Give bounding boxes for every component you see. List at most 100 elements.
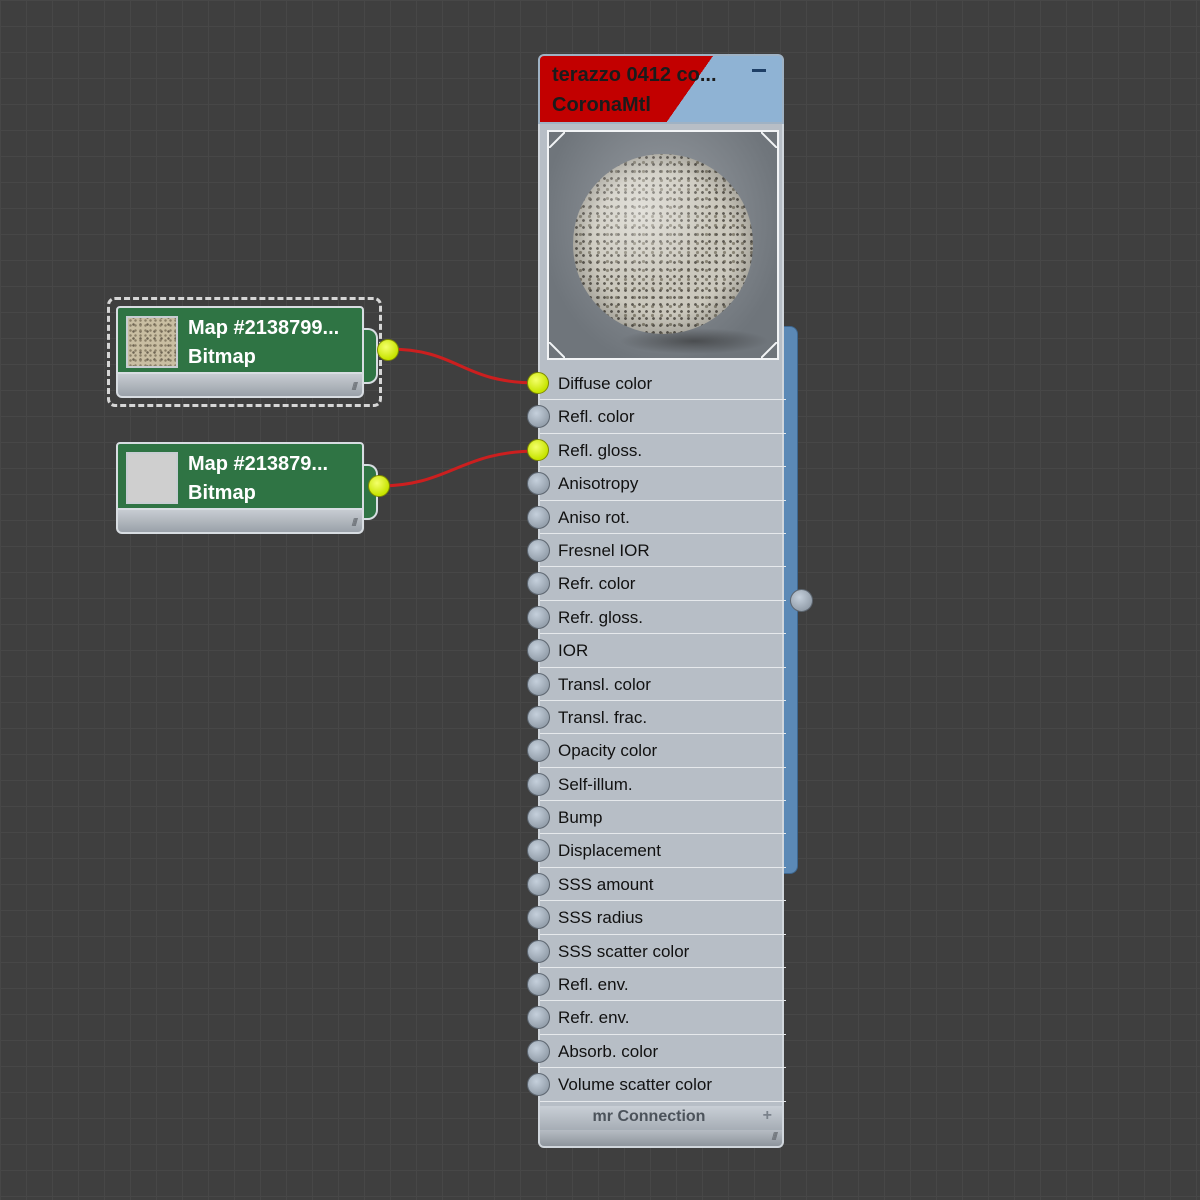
texture-thumbnail	[126, 316, 178, 368]
slot-label: Volume scatter color	[558, 1075, 713, 1095]
slot-label: Refl. color	[558, 407, 635, 427]
input-socket[interactable]	[527, 505, 550, 529]
input-socket[interactable]	[527, 939, 550, 963]
material-slot[interactable]: Self-illum.	[527, 768, 786, 802]
resize-grip-icon[interactable]: ////	[352, 517, 358, 529]
material-slot[interactable]: Refl. gloss.	[527, 434, 786, 468]
slot-label: Refr. color	[558, 574, 636, 594]
sphere-shadow	[619, 328, 769, 354]
input-socket[interactable]	[527, 739, 550, 763]
input-socket[interactable]	[527, 806, 550, 830]
material-slot[interactable]: Refr. gloss.	[527, 601, 786, 635]
output-socket[interactable]	[368, 475, 390, 497]
slot-label: Bump	[558, 808, 603, 828]
material-slot[interactable]: Refl. color	[527, 400, 786, 434]
material-slot[interactable]: Refr. env.	[527, 1001, 786, 1035]
collapse-button[interactable]	[750, 63, 768, 77]
preview-sphere	[573, 154, 753, 334]
node-editor-canvas[interactable]: Map #2138799... Bitmap //// Map #213879.…	[0, 0, 1200, 1200]
input-socket[interactable]	[527, 672, 550, 696]
material-slot[interactable]: Transl. frac.	[527, 701, 786, 735]
input-socket[interactable]	[527, 472, 550, 496]
map-node-title: Map #2138799...	[188, 317, 340, 339]
slot-label: SSS scatter color	[558, 941, 690, 961]
input-socket[interactable]	[527, 839, 550, 863]
map-node-header[interactable]: Map #213879... Bitmap	[116, 442, 364, 510]
material-output-socket[interactable]	[790, 589, 813, 612]
material-slot[interactable]: Displacement	[527, 834, 786, 868]
input-socket-connected[interactable]	[527, 438, 549, 461]
material-slot[interactable]: Refr. color	[527, 567, 786, 601]
plus-icon[interactable]: +	[763, 1107, 772, 1125]
input-socket[interactable]	[527, 605, 550, 629]
slot-label: Diffuse color	[558, 374, 653, 393]
resize-grip-icon[interactable]: ////	[772, 1131, 778, 1143]
material-slot[interactable]: SSS scatter color	[527, 935, 786, 969]
material-slot[interactable]: Anisotropy	[527, 467, 786, 501]
material-node-header[interactable]: terazzo 0412 co... CoronaMtl	[538, 54, 784, 124]
slot-label: Refl. gloss.	[558, 440, 643, 460]
slot-label: Self-illum.	[558, 774, 633, 794]
material-slot[interactable]: Aniso rot.	[527, 501, 786, 534]
material-slot[interactable]: Volume scatter color	[527, 1068, 786, 1102]
material-type: CoronaMtl	[552, 94, 651, 116]
material-slot[interactable]: Diffuse color	[527, 367, 786, 401]
texture-thumbnail	[126, 452, 178, 504]
material-slot-list: Diffuse color Refl. color Refl. gloss. Anis…	[527, 367, 786, 1102]
slot-label: SSS amount	[558, 874, 654, 894]
corner-marker-icon	[549, 132, 565, 148]
material-slot[interactable]: Fresnel IOR	[527, 534, 786, 568]
map-node-1[interactable]: Map #2138799... Bitmap ////	[107, 297, 399, 407]
slot-label: Refl. env.	[558, 975, 629, 995]
material-slot[interactable]: Absorb. color	[527, 1035, 786, 1069]
material-slot[interactable]: Bump	[527, 801, 786, 835]
material-slot[interactable]: SSS amount	[527, 868, 786, 902]
map-node-2[interactable]: Map #213879... Bitmap ////	[116, 442, 390, 534]
map-node-title: Map #213879...	[188, 453, 329, 475]
slot-label: Transl. frac.	[558, 707, 648, 727]
map-node-type: Bitmap	[188, 482, 256, 504]
slot-label: Refr. env.	[558, 1008, 630, 1028]
material-slot[interactable]: Refl. env.	[527, 968, 786, 1002]
input-socket[interactable]	[527, 538, 550, 562]
input-socket-connected[interactable]	[527, 372, 549, 394]
slot-label: Aniso rot.	[558, 507, 630, 527]
input-socket[interactable]	[527, 572, 550, 596]
output-socket[interactable]	[377, 339, 399, 361]
input-socket[interactable]	[527, 772, 550, 796]
material-preview[interactable]	[547, 130, 779, 360]
mr-connection-bar[interactable]: mr Connection +	[538, 1106, 784, 1130]
input-socket[interactable]	[527, 872, 550, 896]
material-slot[interactable]: IOR	[527, 634, 786, 668]
wire-map2-refl-gloss[interactable]	[378, 449, 539, 488]
slot-label: SSS radius	[558, 908, 644, 928]
input-socket[interactable]	[527, 906, 550, 930]
material-node-body: Diffuse color Refl. color Refl. gloss. Anis…	[527, 124, 786, 1106]
map-node-footer: ////	[116, 374, 364, 398]
material-slot[interactable]: Opacity color	[527, 734, 786, 768]
map-node-type: Bitmap	[188, 346, 256, 368]
input-socket[interactable]	[527, 639, 550, 663]
corner-marker-icon	[549, 342, 565, 358]
material-node-footer: ////	[538, 1130, 784, 1148]
slot-label: Refr. gloss.	[558, 607, 644, 627]
slot-label: Displacement	[558, 841, 661, 861]
input-socket[interactable]	[527, 1073, 550, 1097]
input-socket[interactable]	[527, 1006, 550, 1030]
material-slot[interactable]: SSS radius	[527, 901, 786, 935]
input-socket[interactable]	[527, 1039, 550, 1063]
slot-label: Anisotropy	[558, 474, 639, 494]
corner-marker-icon	[761, 132, 777, 148]
material-title: terazzo 0412 co...	[552, 64, 717, 86]
wire-map1-diffuse[interactable]	[387, 347, 539, 385]
material-node[interactable]: terazzo 0412 co... CoronaMtl Diffuse col…	[527, 54, 786, 1148]
map-node-header[interactable]: Map #2138799... Bitmap	[116, 306, 364, 374]
mr-connection-label: mr Connection	[592, 1108, 706, 1125]
slot-label: Opacity color	[558, 741, 658, 761]
slot-label: IOR	[558, 641, 589, 661]
input-socket[interactable]	[527, 705, 550, 729]
input-socket[interactable]	[527, 973, 550, 997]
input-socket[interactable]	[527, 405, 550, 429]
material-slot[interactable]: Transl. color	[527, 668, 786, 701]
resize-grip-icon[interactable]: ////	[352, 381, 358, 393]
